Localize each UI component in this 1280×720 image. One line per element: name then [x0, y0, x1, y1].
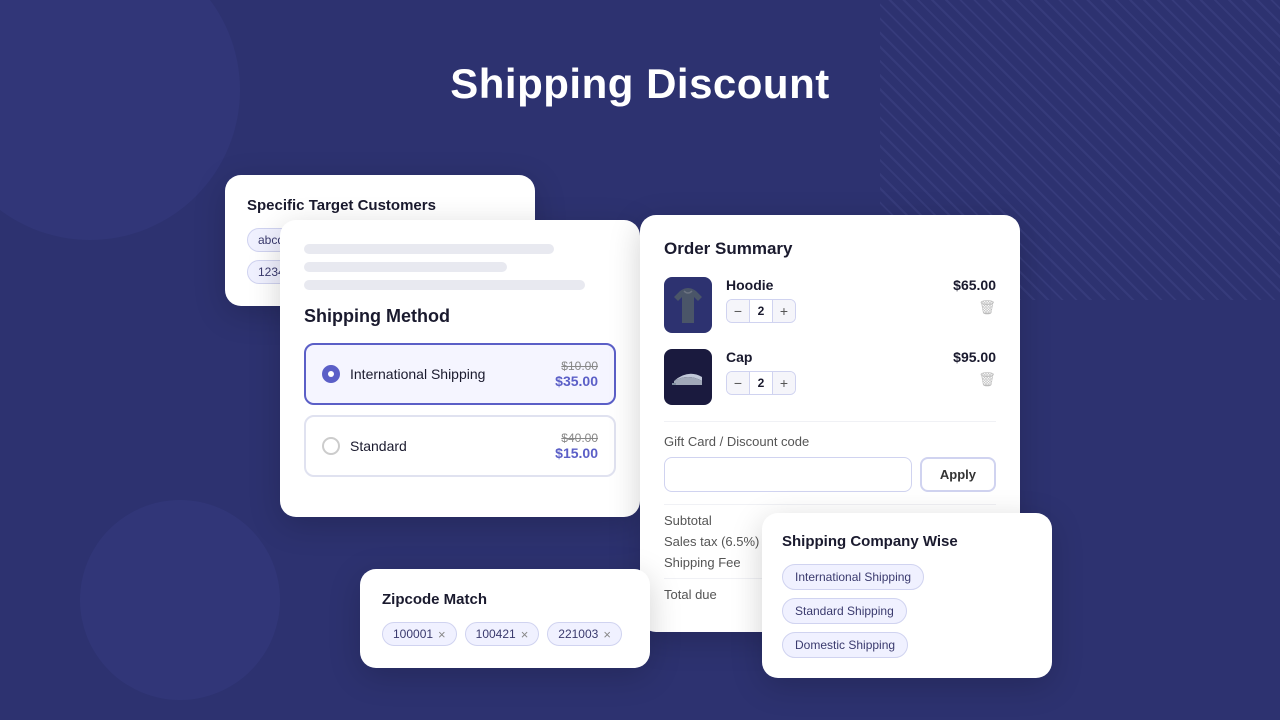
hoodie-details: Hoodie − 2 + $65.00 🗑 [726, 277, 996, 323]
discount-input[interactable] [664, 457, 912, 492]
zipcode-tag-1-close[interactable]: × [438, 628, 446, 641]
skeleton-line-3 [304, 280, 585, 290]
cap-price: $95.00 [953, 349, 996, 365]
hoodie-name-wrapper: Hoodie − 2 + [726, 277, 796, 323]
zipcode-tag-2-label: 100421 [476, 627, 516, 641]
tax-label: Sales tax (6.5%) [664, 534, 759, 549]
shipping-option-international[interactable]: International Shipping $10.00 $35.00 [304, 343, 616, 405]
zipcode-tag-3[interactable]: 221003 × [547, 622, 622, 646]
subtotal-label: Subtotal [664, 513, 712, 528]
radio-standard[interactable] [322, 437, 340, 455]
zipcode-tag-1[interactable]: 100001 × [382, 622, 457, 646]
hoodie-row: Hoodie − 2 + $65.00 🗑 [726, 277, 996, 323]
company-tags-row: International Shipping Standard Shipping… [782, 564, 1032, 658]
shipping-method-section: Shipping Method International Shipping $… [304, 306, 616, 477]
zipcode-tags-row: 100001 × 100421 × 221003 × [382, 622, 628, 646]
hoodie-qty-control[interactable]: − 2 + [726, 299, 796, 323]
cap-name: Cap [726, 349, 796, 365]
order-item-hoodie: Hoodie − 2 + $65.00 🗑 [664, 277, 996, 333]
total-label: Total due [664, 587, 717, 602]
cap-qty-decrease[interactable]: − [727, 372, 749, 394]
hoodie-delete-icon[interactable]: 🗑 [978, 299, 996, 316]
company-tag-1: International Shipping [782, 564, 924, 590]
option-prices-standard: $40.00 $15.00 [555, 431, 598, 461]
zipcode-tag-3-label: 221003 [558, 627, 598, 641]
shipping-option-standard[interactable]: Standard $40.00 $15.00 [304, 415, 616, 477]
price-original-standard: $40.00 [555, 431, 598, 445]
hoodie-qty-decrease[interactable]: − [727, 300, 749, 322]
zipcode-tag-1-label: 100001 [393, 627, 433, 641]
checkout-card: Shipping Method International Shipping $… [280, 220, 640, 517]
cap-qty-increase[interactable]: + [773, 372, 795, 394]
shipping-company-card: Shipping Company Wise International Ship… [762, 513, 1052, 678]
option-name-standard: Standard [350, 438, 407, 454]
price-original-international: $10.00 [555, 359, 598, 373]
shipping-method-heading: Shipping Method [304, 306, 616, 327]
skeleton-line-2 [304, 262, 507, 272]
cap-qty-control[interactable]: − 2 + [726, 371, 796, 395]
apply-button[interactable]: Apply [920, 457, 996, 492]
cap-price-delete: $95.00 🗑 [953, 349, 996, 388]
hoodie-qty-increase[interactable]: + [773, 300, 795, 322]
bg-decoration-circle-2 [80, 500, 280, 700]
order-item-cap: Cap − 2 + $95.00 🗑 [664, 349, 996, 405]
option-left-international: International Shipping [322, 365, 485, 383]
gift-row: Apply [664, 457, 996, 492]
gift-label: Gift Card / Discount code [664, 434, 996, 449]
zipcode-card-title: Zipcode Match [382, 591, 628, 608]
hoodie-price-delete: $65.00 🗑 [953, 277, 996, 316]
cap-qty-value: 2 [749, 372, 773, 394]
price-discounted-international: $35.00 [555, 373, 598, 389]
option-prices-international: $10.00 $35.00 [555, 359, 598, 389]
cap-name-wrapper: Cap − 2 + [726, 349, 796, 395]
option-name-international: International Shipping [350, 366, 485, 382]
shipping-fee-label: Shipping Fee [664, 555, 741, 570]
zipcode-tag-2-close[interactable]: × [521, 628, 529, 641]
shipping-company-title: Shipping Company Wise [782, 533, 1032, 550]
gift-section: Gift Card / Discount code Apply [664, 434, 996, 492]
cap-icon [670, 363, 706, 391]
cap-delete-icon[interactable]: 🗑 [978, 371, 996, 388]
divider-2 [664, 504, 996, 505]
cap-row: Cap − 2 + $95.00 🗑 [726, 349, 996, 395]
zipcode-tag-3-close[interactable]: × [603, 628, 611, 641]
page-title: Shipping Discount [0, 60, 1280, 108]
zipcode-card: Zipcode Match 100001 × 100421 × 221003 × [360, 569, 650, 668]
company-tag-2: Standard Shipping [782, 598, 907, 624]
company-tag-3: Domestic Shipping [782, 632, 908, 658]
skeleton-line-1 [304, 244, 554, 254]
divider-1 [664, 421, 996, 422]
hoodie-icon [670, 283, 706, 327]
radio-international[interactable] [322, 365, 340, 383]
zipcode-tag-2[interactable]: 100421 × [465, 622, 540, 646]
hoodie-qty-value: 2 [749, 300, 773, 322]
customers-card-title: Specific Target Customers [247, 197, 513, 214]
hoodie-price: $65.00 [953, 277, 996, 293]
hoodie-image [664, 277, 712, 333]
option-left-standard: Standard [322, 437, 407, 455]
hoodie-name: Hoodie [726, 277, 796, 293]
order-summary-title: Order Summary [664, 239, 996, 259]
cap-image [664, 349, 712, 405]
bg-decoration-circle-1 [0, 0, 240, 240]
price-discounted-standard: $15.00 [555, 445, 598, 461]
cap-details: Cap − 2 + $95.00 🗑 [726, 349, 996, 395]
